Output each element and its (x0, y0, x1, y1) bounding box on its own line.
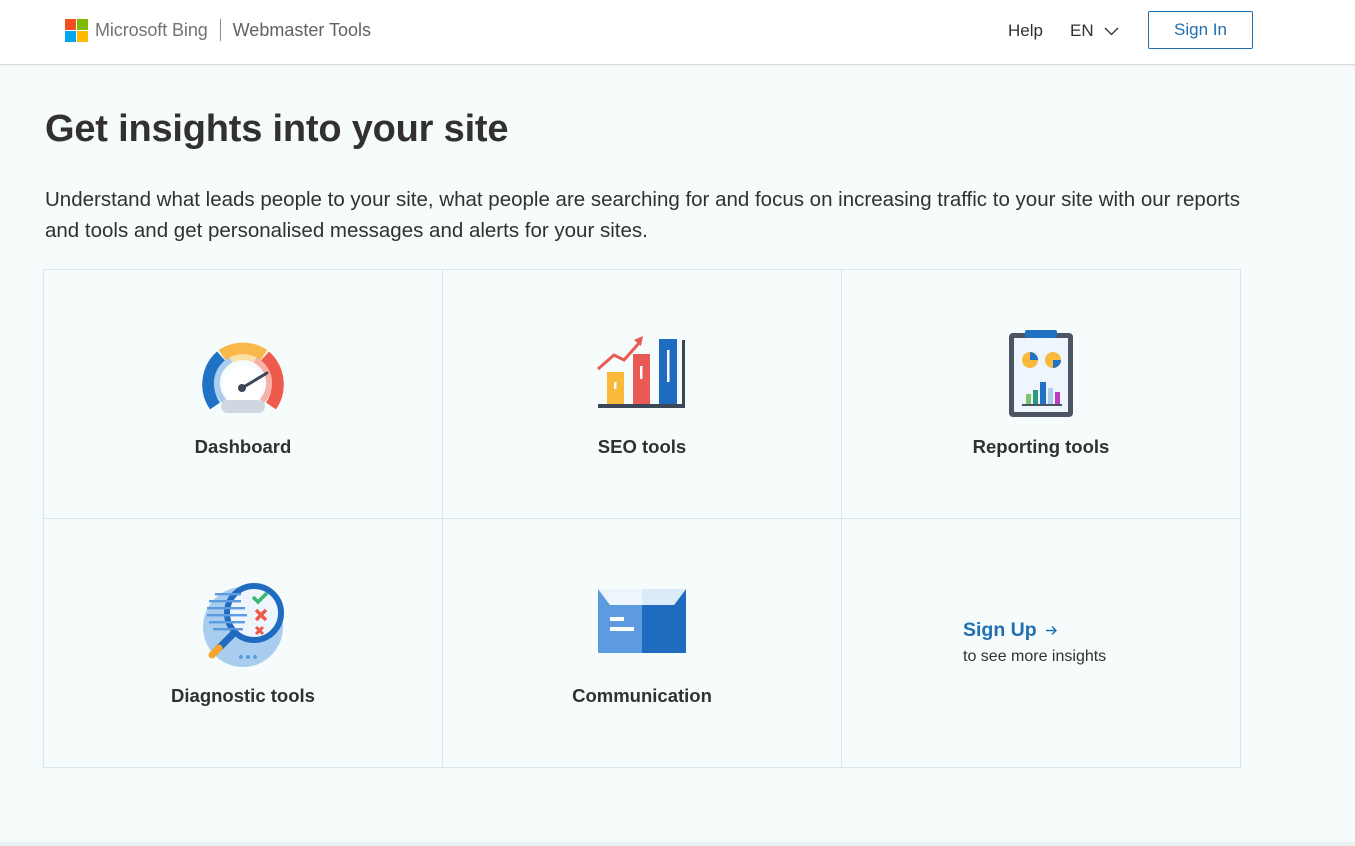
page-title: Get insights into your site (45, 108, 509, 150)
tile-seo-tools[interactable]: SEO tools (443, 270, 842, 519)
feature-grid: Dashboard SEO tools Reporting tools Diag… (43, 269, 1241, 768)
sign-up-label: Sign Up (963, 619, 1037, 641)
microsoft-logo-icon (65, 18, 88, 42)
tile-signup: Sign Up to see more insights (842, 519, 1240, 767)
brand-divider (219, 19, 221, 41)
signup-block: Sign Up to see more insights (963, 619, 1106, 666)
chevron-down-icon (1104, 27, 1119, 35)
language-selector[interactable]: EN (1070, 21, 1119, 41)
bar-chart-growth-icon (597, 336, 685, 408)
footer-divider (0, 842, 1355, 846)
top-header: Microsoft Bing Webmaster Tools Help EN S… (0, 0, 1355, 65)
brand-name: Microsoft Bing (95, 19, 208, 40)
tile-label: Diagnostic tools (171, 685, 315, 706)
tile-label: Communication (572, 685, 712, 706)
sign-in-button[interactable]: Sign In (1148, 11, 1253, 49)
help-link[interactable]: Help (1008, 21, 1043, 41)
tile-label: Dashboard (194, 436, 292, 457)
language-label: EN (1070, 21, 1094, 40)
product-name: Webmaster Tools (232, 19, 372, 40)
sign-up-subtext: to see more insights (963, 648, 1107, 665)
speedometer-icon (202, 342, 284, 413)
clipboard-report-icon (1009, 330, 1073, 417)
envelope-icon (598, 589, 686, 653)
sign-up-link[interactable]: Sign Up (963, 619, 1106, 642)
magnifier-checklist-icon (203, 583, 284, 667)
tile-communication[interactable]: Communication (443, 519, 842, 767)
tile-label: Reporting tools (972, 436, 1110, 457)
tile-reporting-tools[interactable]: Reporting tools (842, 270, 1240, 519)
brand-logo-link[interactable]: Microsoft Bing Webmaster Tools (65, 18, 371, 42)
tile-dashboard[interactable]: Dashboard (44, 270, 443, 519)
tile-diagnostic-tools[interactable]: Diagnostic tools (44, 519, 443, 767)
tile-label: SEO tools (597, 436, 687, 457)
arrow-right-icon (1045, 626, 1057, 635)
page-description: Understand what leads people to your sit… (45, 188, 1240, 242)
